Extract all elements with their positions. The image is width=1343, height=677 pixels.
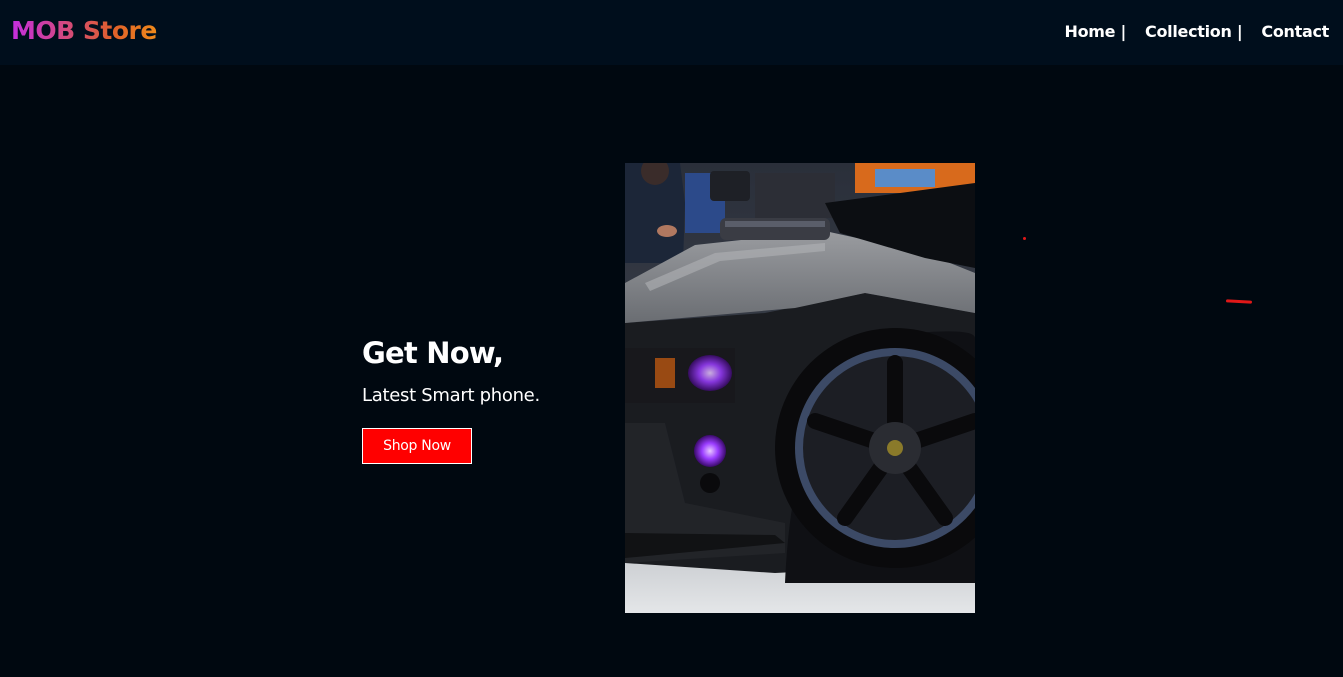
hero-heading: Get Now, bbox=[362, 336, 504, 370]
shop-now-button[interactable]: Shop Now bbox=[362, 428, 472, 464]
nav-link-contact[interactable]: Contact bbox=[1261, 22, 1329, 41]
decorative-dash bbox=[1225, 299, 1253, 304]
hero-car-image bbox=[625, 163, 975, 613]
brand-logo[interactable]: MOB Store bbox=[11, 16, 157, 45]
car-photo-icon bbox=[625, 163, 975, 613]
nav-menu: Home | Collection | Contact bbox=[1064, 22, 1329, 41]
nav-link-home[interactable]: Home | bbox=[1064, 22, 1126, 41]
nav-link-collection[interactable]: Collection | bbox=[1145, 22, 1243, 41]
decorative-dot bbox=[1023, 237, 1026, 240]
hero-subheading: Latest Smart phone. bbox=[362, 385, 540, 406]
top-navbar: MOB Store Home | Collection | Contact bbox=[0, 0, 1343, 65]
